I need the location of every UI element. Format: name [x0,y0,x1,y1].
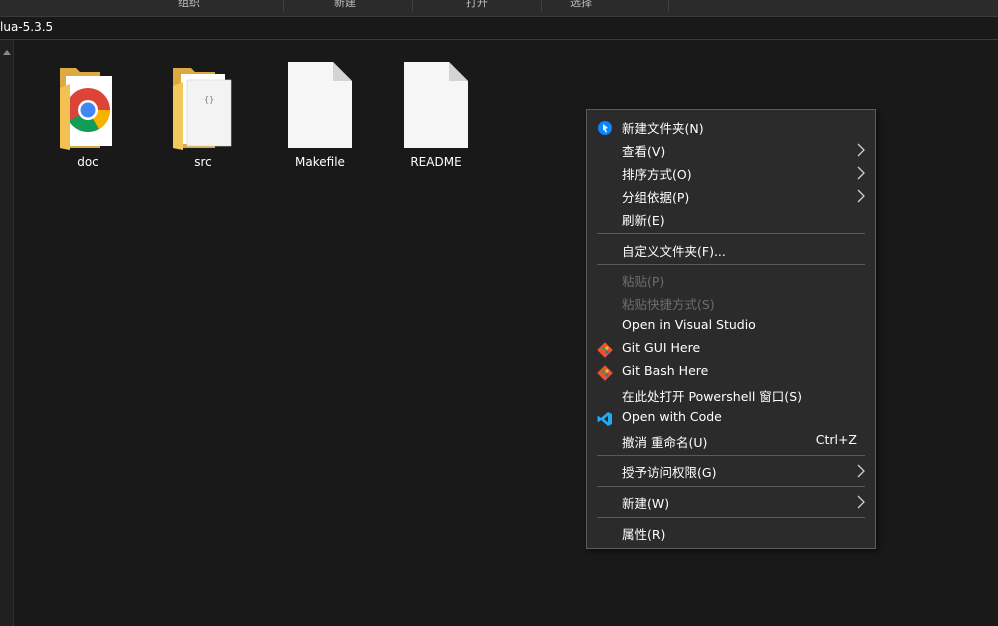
menu-item-paste-shortcut: 粘贴快捷方式(S) [622,297,715,312]
file-item-readme[interactable]: README [386,58,486,178]
git-icon [597,365,613,381]
ribbon-divider [412,0,413,12]
menu-separator [597,455,865,456]
ribbon-item-open[interactable]: 打开 [466,0,488,10]
menu-item-sort-by[interactable]: 排序方式(O) [587,162,875,185]
ribbon-item-new[interactable]: 新建 [334,0,356,10]
chevron-right-icon [857,464,865,478]
file-name: doc [77,155,99,169]
scroll-up-arrow-icon[interactable] [3,50,11,55]
svg-text:{}: {} [204,95,214,104]
ribbon-divider [668,0,669,12]
ribbon-divider [541,0,542,12]
chevron-right-icon [857,189,865,203]
address-bar[interactable]: lua-5.3.5 [0,17,998,40]
chevron-right-icon [857,495,865,509]
file-item-src[interactable]: {} src [153,58,253,178]
file-name: README [410,155,462,169]
shortcut-hint: Ctrl+Z [815,432,857,447]
menu-item-customize-folder[interactable]: 自定义文件夹(F)... [587,239,875,262]
menu-item-group-by[interactable]: 分组依据(P) [587,185,875,208]
file-item-makefile[interactable]: Makefile [270,58,370,178]
new-folder-pin-icon [598,121,612,135]
menu-item-properties[interactable]: 属性(R) [587,522,875,545]
menu-item-open-with-code[interactable]: Open with Code [587,407,875,430]
menu-item-git-bash-here[interactable]: Git Bash Here [587,361,875,384]
chevron-right-icon [857,143,865,157]
file-name: src [194,155,212,169]
menu-item-open-powershell[interactable]: 在此处打开 Powershell 窗口(S) [587,384,875,407]
context-menu: 新建文件夹(N) 查看(V) 排序方式(O) 分组依据(P) 刷新(E) 自定义… [586,109,876,549]
menu-item-new[interactable]: 新建(W) [587,491,875,514]
file-name: Makefile [295,155,345,169]
menu-item-git-gui-here[interactable]: Git GUI Here [587,338,875,361]
ribbon-toolbar: 组织 新建 打开 选择 [0,0,998,17]
navigation-pane-scrollbar[interactable] [0,40,14,626]
ribbon-divider [283,0,284,12]
git-icon [597,342,613,358]
menu-separator [597,486,865,487]
menu-separator [597,233,865,234]
menu-item-new-folder[interactable]: 新建文件夹(N) [587,116,875,139]
file-item-doc[interactable]: doc [38,58,138,178]
menu-item-open-in-visual-studio[interactable]: Open in Visual Studio [587,315,875,338]
menu-separator [597,264,865,265]
menu-item-paste: 粘贴(P) [622,274,665,289]
folder-icon: {} [173,68,232,150]
file-icon [404,62,468,148]
menu-item-undo-rename[interactable]: 撤消 重命名(U) Ctrl+Z [587,430,875,453]
address-path[interactable]: lua-5.3.5 [0,20,53,34]
ribbon-item-select[interactable]: 选择 [570,0,592,10]
chevron-right-icon [857,166,865,180]
menu-item-refresh[interactable]: 刷新(E) [587,208,875,231]
ribbon-item-organize[interactable]: 组织 [178,0,200,10]
menu-item-view[interactable]: 查看(V) [587,139,875,162]
vscode-icon [597,412,612,426]
menu-separator [597,517,865,518]
folder-chrome-icon [60,68,112,150]
menu-item-give-access[interactable]: 授予访问权限(G) [587,460,875,483]
file-icon [288,62,352,148]
